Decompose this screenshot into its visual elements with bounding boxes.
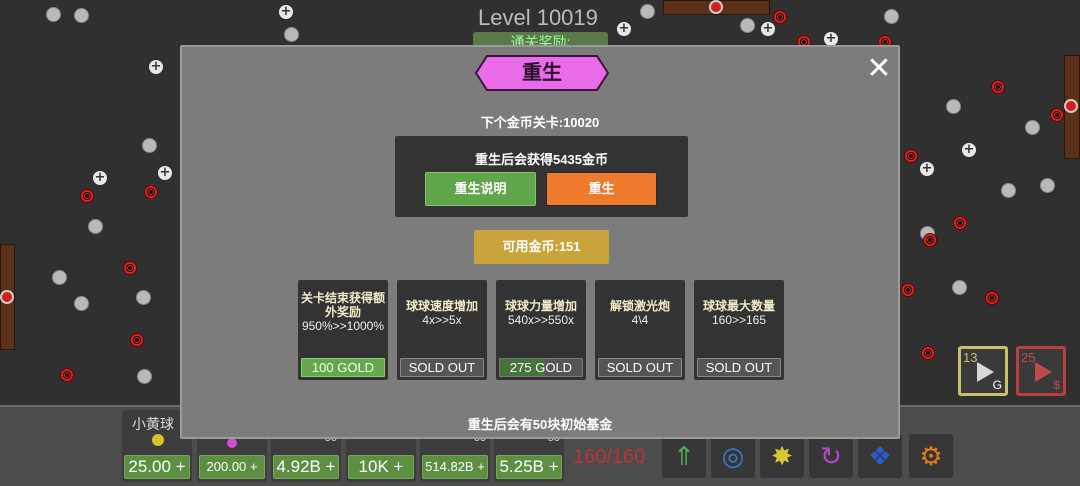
hazard-peg	[953, 216, 967, 230]
upgrade-title: 关卡结束获得额外奖励	[300, 291, 385, 319]
vortex-icon[interactable]: ◎	[711, 434, 755, 478]
plus-peg: +	[962, 142, 976, 157]
upgrade-value: 4\4	[631, 313, 649, 327]
ball-name: 小黄球	[132, 416, 174, 432]
upgrade-value: 540x>>550x	[507, 313, 575, 327]
peg	[52, 270, 67, 285]
upgrade-value: 4x>>5x	[422, 313, 462, 327]
upgrade-card: 球球最大数量 160>>165 SOLD OUT	[694, 280, 784, 380]
speed-gold-count: 13	[963, 350, 978, 365]
rebirth-panel: 重生后会获得5435金币 重生说明 重生	[395, 136, 688, 217]
hazard-peg	[773, 10, 787, 24]
rebirth-gain-text: 重生后会获得5435金币	[475, 152, 608, 167]
hazard-peg	[921, 346, 935, 360]
hazard-peg	[904, 149, 918, 163]
peg	[946, 99, 961, 114]
buy-ball-button[interactable]: 5.25B +	[496, 455, 562, 479]
hazard-peg	[130, 333, 144, 347]
hazard-peg	[123, 261, 137, 275]
hazard-peg	[985, 291, 999, 305]
upgrade-icon[interactable]: ⇑	[662, 434, 706, 478]
speed-cash-count: 25	[1021, 350, 1036, 365]
speed-gold-button[interactable]: 13 G	[958, 346, 1008, 396]
paddle-knob	[0, 290, 14, 304]
rebirth-explain-button[interactable]: 重生说明	[425, 172, 536, 206]
upgrade-sold-out-button[interactable]: SOLD OUT	[697, 358, 781, 377]
refresh-icon[interactable]: ↻	[809, 434, 853, 478]
rebirth-dialog: 重生 ✕ 下个金币关卡:10020 重生后会获得5435金币 重生说明 重生 可…	[180, 45, 900, 439]
rebirth-button[interactable]: 重生	[546, 172, 657, 206]
burst-icon[interactable]: ✸	[760, 434, 804, 478]
hazard-peg	[991, 80, 1005, 94]
peg	[740, 18, 755, 33]
speed-cash-button[interactable]: 25 $	[1016, 346, 1066, 396]
peg	[136, 290, 151, 305]
hazard-peg	[144, 185, 158, 199]
buy-ball-button[interactable]: 10K +	[348, 455, 414, 479]
upgrade-sold-out-button[interactable]: SOLD OUT	[400, 358, 484, 377]
hazard-peg	[901, 283, 915, 297]
plus-peg: +	[617, 21, 631, 36]
upgrade-title: 球球最大数量	[702, 299, 775, 313]
peg	[284, 27, 299, 42]
upgrade-card: 球球速度增加 4x>>5x SOLD OUT	[397, 280, 487, 380]
yellow-ball-icon	[152, 434, 164, 446]
peg	[74, 8, 89, 23]
play-icon	[1035, 362, 1052, 382]
buy-ball-button[interactable]: 25.00 +	[124, 455, 190, 479]
upgrade-title: 球球力量增加	[504, 299, 577, 313]
plus-peg: +	[158, 165, 172, 180]
gem-icon[interactable]: ❖	[858, 434, 902, 478]
peg	[884, 9, 899, 24]
gear-icon[interactable]: ⚙	[909, 434, 953, 478]
buy-ball-button[interactable]: 4.92B +	[273, 455, 339, 479]
peg	[46, 7, 61, 22]
peg	[74, 296, 89, 311]
hazard-peg	[80, 189, 94, 203]
close-icon[interactable]: ✕	[865, 54, 893, 84]
paddle-knob	[1064, 99, 1078, 113]
paddle-knob	[709, 0, 723, 14]
plus-peg: +	[824, 31, 838, 46]
peg	[88, 219, 103, 234]
upgrade-card: 球球力量增加 540x>>550x 275 GOLD	[496, 280, 586, 380]
peg	[1040, 178, 1055, 193]
upgrade-buy-button[interactable]: 100 GOLD	[301, 358, 385, 377]
upgrade-value: 160>>165	[711, 313, 767, 327]
speed-gold-unit: G	[992, 378, 1002, 392]
plus-peg: +	[149, 59, 163, 74]
peg	[1025, 120, 1040, 135]
play-icon	[977, 362, 994, 382]
upgrade-value: 950%>>1000%	[301, 319, 385, 333]
peg	[1001, 183, 1016, 198]
peg	[952, 280, 967, 295]
hazard-peg	[60, 368, 74, 382]
peg	[137, 369, 152, 384]
upgrade-sold-out-button[interactable]: SOLD OUT	[598, 358, 682, 377]
plus-peg: +	[93, 170, 107, 185]
dialog-title: 重生	[522, 62, 562, 84]
upgrade-card: 解锁激光炮 4\4 SOLD OUT	[595, 280, 685, 380]
hazard-peg	[1050, 108, 1064, 122]
next-gold-level: 下个金币关卡:10020	[480, 115, 600, 130]
plus-peg: +	[279, 4, 293, 19]
hazard-peg	[923, 233, 937, 247]
upgrade-buy-button[interactable]: 275 GOLD	[499, 358, 583, 377]
start-fund-note: 重生后会有50块初始基金	[467, 417, 613, 432]
peg	[142, 138, 157, 153]
plus-peg: +	[761, 21, 775, 36]
ball-count: 160/160	[573, 446, 646, 468]
pink-ball-icon	[227, 438, 237, 448]
level-title: Level 10019	[478, 5, 598, 30]
buy-ball-button[interactable]: 514.82B +	[422, 455, 488, 479]
peg	[640, 4, 655, 19]
gold-available: 可用金币:151	[474, 230, 609, 264]
upgrade-title: 球球速度增加	[405, 299, 478, 313]
dialog-title-badge: 重生	[475, 55, 609, 91]
upgrade-card: 关卡结束获得额外奖励 950%>>1000% 100 GOLD	[298, 280, 388, 380]
speed-cash-unit: $	[1053, 378, 1060, 392]
plus-peg: +	[920, 161, 934, 176]
upgrade-title: 解锁激光炮	[609, 299, 670, 313]
buy-ball-button[interactable]: 200.00 +	[199, 455, 265, 479]
